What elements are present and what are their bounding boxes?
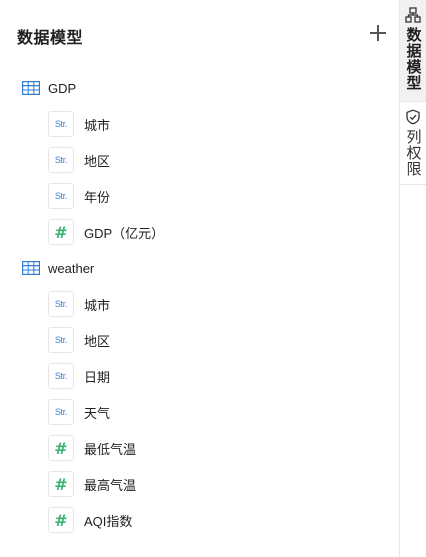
plus-icon[interactable]: [368, 23, 388, 43]
tab-data-model[interactable]: 数据模型: [400, 0, 426, 101]
field-name: AQI指数: [84, 513, 133, 529]
tab-label: 列权限: [404, 129, 422, 177]
string-type-icon: Str.: [48, 111, 74, 137]
table-tree: GDP Str. 城市 Str. 地区 Str. 年份 # GDP（亿元） we…: [0, 70, 399, 538]
string-type-icon: Str.: [48, 399, 74, 425]
string-type-icon: Str.: [48, 147, 74, 173]
type-label: Str.: [54, 371, 68, 381]
table-item-weather[interactable]: weather: [0, 250, 399, 286]
type-label: Str.: [54, 299, 68, 309]
field-item[interactable]: # 最高气温: [0, 466, 399, 502]
field-item[interactable]: Str. 天气: [0, 394, 399, 430]
field-name: GDP（亿元）: [84, 225, 165, 241]
tab-label: 数据模型: [404, 27, 422, 91]
table-icon: [22, 81, 40, 96]
type-label: Str.: [54, 407, 68, 417]
string-type-icon: Str.: [48, 327, 74, 353]
shield-check-icon: [405, 109, 421, 125]
field-name: 城市: [84, 117, 111, 133]
string-type-icon: Str.: [48, 183, 74, 209]
field-item[interactable]: # AQI指数: [0, 502, 399, 538]
number-type-icon: #: [48, 219, 74, 245]
type-label: #: [54, 474, 68, 494]
number-type-icon: #: [48, 471, 74, 497]
field-item[interactable]: # GDP（亿元）: [0, 214, 399, 250]
table-name: weather: [48, 260, 95, 276]
string-type-icon: Str.: [48, 291, 74, 317]
type-label: Str.: [54, 155, 68, 165]
type-label: #: [54, 510, 68, 530]
field-name: 日期: [84, 369, 111, 385]
field-name: 最低气温: [84, 441, 137, 457]
tab-column-permission[interactable]: 列权限: [400, 102, 426, 184]
field-name: 地区: [84, 153, 111, 169]
table-name: GDP: [48, 80, 77, 96]
hierarchy-icon: [405, 7, 421, 23]
table-item-gdp[interactable]: GDP: [0, 70, 399, 106]
table-icon: [22, 261, 40, 276]
field-name: 城市: [84, 297, 111, 313]
type-label: Str.: [54, 335, 68, 345]
field-item[interactable]: Str. 地区: [0, 322, 399, 358]
field-item[interactable]: # 最低气温: [0, 430, 399, 466]
tab-divider: [400, 184, 426, 185]
number-type-icon: #: [48, 507, 74, 533]
field-name: 最高气温: [84, 477, 137, 493]
type-label: #: [54, 222, 68, 242]
data-model-panel: 数据模型 GDP Str. 城市 Str. 地区 Str. 年份 # GDP（亿…: [0, 0, 399, 557]
number-type-icon: #: [48, 435, 74, 461]
field-item[interactable]: Str. 年份: [0, 178, 399, 214]
field-item[interactable]: Str. 城市: [0, 286, 399, 322]
field-name: 天气: [84, 405, 111, 421]
string-type-icon: Str.: [48, 363, 74, 389]
side-tab-bar: 数据模型 列权限: [399, 0, 426, 557]
type-label: Str.: [54, 119, 68, 129]
type-label: #: [54, 438, 68, 458]
type-label: Str.: [54, 191, 68, 201]
field-item[interactable]: Str. 地区: [0, 142, 399, 178]
field-name: 年份: [84, 189, 111, 205]
field-name: 地区: [84, 333, 111, 349]
field-item[interactable]: Str. 城市: [0, 106, 399, 142]
field-item[interactable]: Str. 日期: [0, 358, 399, 394]
panel-header: 数据模型: [0, 0, 399, 68]
panel-title: 数据模型: [17, 30, 84, 47]
